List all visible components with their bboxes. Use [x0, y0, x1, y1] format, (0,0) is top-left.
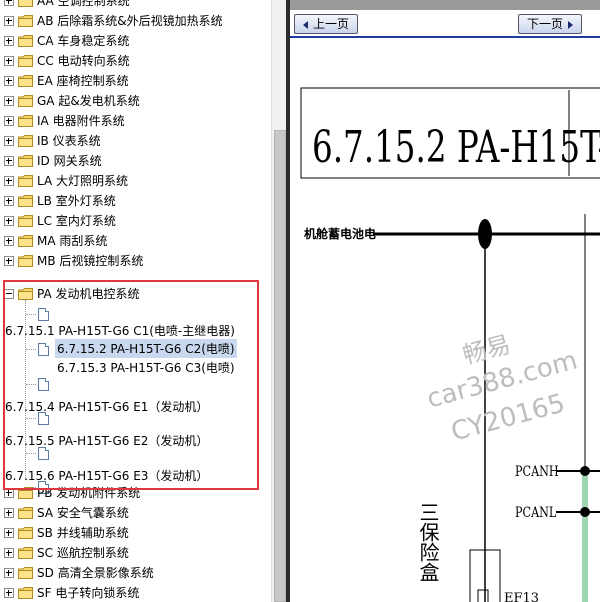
folder-label: SC 巡航控制系统	[37, 546, 129, 560]
tree-folder-sa[interactable]: SA 安全气囊系统	[0, 503, 268, 523]
folder-label: LA 大灯照明系统	[37, 174, 129, 188]
folder-label: IA 电器附件系统	[37, 114, 125, 128]
folder-icon	[18, 215, 33, 227]
tree-folder-ma[interactable]: MA 雨刮系统	[0, 231, 268, 251]
tree-folder-lc[interactable]: LC 室内灯系统	[0, 211, 268, 231]
pcanh-node	[580, 466, 590, 476]
highlight-box	[3, 280, 259, 490]
tree-folder-ga[interactable]: GA 起&发电机系统	[0, 91, 268, 111]
tree-folder-ia[interactable]: IA 电器附件系统	[0, 111, 268, 131]
expand-icon[interactable]	[4, 568, 14, 578]
arrow-left-icon	[303, 20, 308, 29]
folder-icon	[18, 175, 33, 187]
fuse-box-label: 三保险盒	[416, 502, 440, 582]
scrollbar-thumb[interactable]	[274, 130, 286, 602]
prev-page-button[interactable]: 上一页	[294, 14, 359, 34]
folder-icon	[18, 255, 33, 267]
folder-label: ID 网关系统	[37, 154, 102, 168]
tree-folder-ib[interactable]: IB 仪表系统	[0, 131, 268, 151]
tree-folder-id[interactable]: ID 网关系统	[0, 151, 268, 171]
page-nav-bar: 上一页 下一页	[290, 10, 600, 38]
folder-icon	[18, 235, 33, 247]
expand-icon[interactable]	[4, 216, 14, 226]
expand-icon[interactable]	[4, 0, 14, 6]
folder-icon	[18, 567, 33, 579]
folder-icon	[18, 135, 33, 147]
expand-icon[interactable]	[4, 236, 14, 246]
tree-folder-ea[interactable]: EA 座椅控制系统	[0, 71, 268, 91]
expand-icon[interactable]	[4, 56, 14, 66]
folder-icon	[18, 15, 33, 27]
folder-icon	[18, 587, 33, 599]
tree-scrollbar[interactable]	[271, 0, 287, 602]
pcanl-node	[580, 507, 590, 517]
tree-folder-ca[interactable]: CA 车身稳定系统	[0, 31, 268, 51]
folder-icon	[18, 547, 33, 559]
expand-icon[interactable]	[4, 528, 14, 538]
expand-icon[interactable]	[4, 156, 14, 166]
pcanh-label: PCANH	[515, 463, 559, 480]
folder-label: SB 并线辅助系统	[37, 526, 129, 540]
fuse-label: EF13	[504, 591, 539, 602]
folder-icon	[18, 0, 33, 7]
battery-label: 机舱蓄电池电	[304, 226, 376, 241]
next-page-button[interactable]: 下一页	[518, 14, 583, 34]
tree-folder-sb[interactable]: SB 并线辅助系统	[0, 523, 268, 543]
expand-icon[interactable]	[4, 116, 14, 126]
tree-folder-la[interactable]: LA 大灯照明系统	[0, 171, 268, 191]
folder-label: CA 车身稳定系统	[37, 34, 130, 48]
folder-label: IB 仪表系统	[37, 134, 101, 148]
pcanl-label: PCANL	[515, 504, 557, 521]
expand-icon[interactable]	[4, 136, 14, 146]
folder-icon	[18, 195, 33, 207]
expand-icon[interactable]	[4, 548, 14, 558]
folder-label: AA 空调控制系统	[37, 0, 130, 8]
folder-label: SA 安全气囊系统	[37, 506, 129, 520]
folder-label: MB 后视镜控制系统	[37, 254, 144, 268]
expand-icon[interactable]	[4, 36, 14, 46]
folder-icon	[18, 75, 33, 87]
expand-icon[interactable]	[4, 196, 14, 206]
expand-icon[interactable]	[4, 588, 14, 598]
folder-label: AB 后除霜系统&外后视镜加热系统	[37, 14, 223, 28]
folder-label: CC 电动转向系统	[37, 54, 130, 68]
tree-folder-sc[interactable]: SC 巡航控制系统	[0, 543, 268, 563]
folder-icon	[18, 55, 33, 67]
folder-label: MA 雨刮系统	[37, 234, 108, 248]
expand-icon[interactable]	[4, 176, 14, 186]
folder-label: LC 室内灯系统	[37, 214, 116, 228]
tree-folder-sd[interactable]: SD 高清全景影像系统	[0, 563, 268, 583]
next-page-label: 下一页	[527, 17, 564, 31]
arrow-right-icon	[568, 20, 574, 29]
viewer-top-strip	[290, 0, 600, 10]
folder-label: GA 起&发电机系统	[37, 94, 140, 108]
expand-icon[interactable]	[4, 16, 14, 26]
folder-label: EA 座椅控制系统	[37, 74, 129, 88]
folder-icon	[18, 95, 33, 107]
fuse-symbol	[477, 589, 489, 602]
folder-icon	[18, 115, 33, 127]
expand-icon[interactable]	[4, 96, 14, 106]
folder-icon	[18, 155, 33, 167]
expand-icon[interactable]	[4, 256, 14, 266]
expand-icon[interactable]	[4, 76, 14, 86]
folder-label: SD 高清全景影像系统	[37, 566, 154, 580]
tree-folder-cc[interactable]: CC 电动转向系统	[0, 51, 268, 71]
tree-folder-lb[interactable]: LB 室外灯系统	[0, 191, 268, 211]
folder-icon	[18, 527, 33, 539]
diagram-title: 6.7.15.2 PA-H15T-G6 C	[312, 122, 600, 173]
folder-label: SF 电子转向锁系统	[37, 586, 140, 600]
tree-folder-mb[interactable]: MB 后视镜控制系统	[0, 251, 268, 271]
tree-folder-ab[interactable]: AB 后除霜系统&外后视镜加热系统	[0, 11, 268, 31]
tree-folder-aa[interactable]: AA 空调控制系统	[0, 0, 268, 11]
folder-icon	[18, 507, 33, 519]
prev-page-label: 上一页	[313, 17, 350, 31]
expand-icon[interactable]	[4, 508, 14, 518]
tree-folder-sf[interactable]: SF 电子转向锁系统	[0, 583, 268, 602]
folder-label: LB 室外灯系统	[37, 194, 116, 208]
document-viewer: 上一页 下一页 6.7.15.2 PA-H15T-G6 C 机舱蓄电池电 PCA…	[290, 0, 600, 602]
folder-icon	[18, 35, 33, 47]
wiring-diagram: 6.7.15.2 PA-H15T-G6 C 机舱蓄电池电 PCANH PCANL…	[300, 87, 600, 602]
